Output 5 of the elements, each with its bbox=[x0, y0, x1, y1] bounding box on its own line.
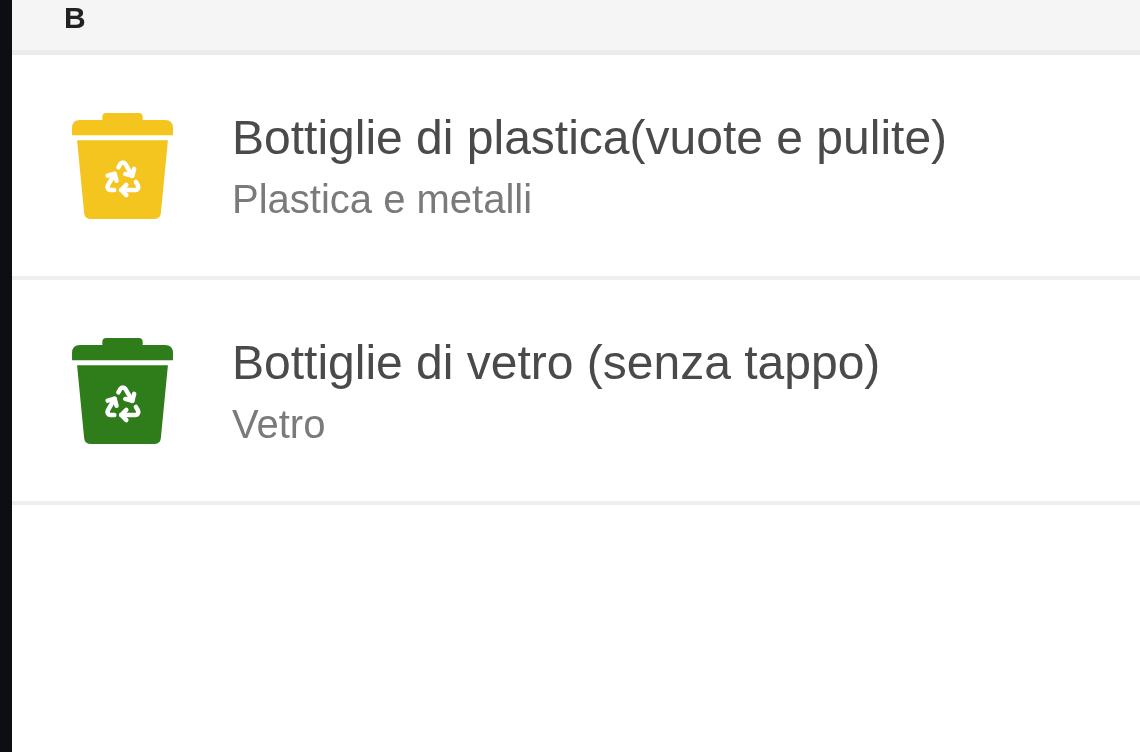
section-letter: B bbox=[64, 0, 86, 36]
item-title: Bottiglie di vetro (senza tappo) bbox=[232, 334, 881, 391]
item-category: Plastica e metalli bbox=[232, 175, 534, 222]
item-category: Vetro bbox=[232, 400, 327, 447]
item-title: Bottiglie di plastica(vuote e pulite) bbox=[232, 109, 948, 166]
